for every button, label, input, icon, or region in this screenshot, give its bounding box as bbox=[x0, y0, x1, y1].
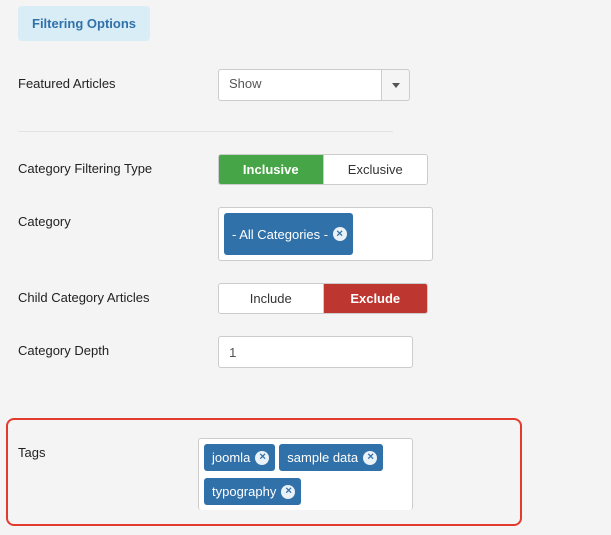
label-tags: Tags bbox=[18, 438, 198, 462]
chip-label: joomla bbox=[212, 451, 250, 464]
divider bbox=[18, 131, 393, 132]
select-featured-value: Show bbox=[218, 69, 382, 101]
tag-chip: typography bbox=[204, 478, 301, 505]
chevron-down-icon[interactable] bbox=[382, 69, 410, 101]
tag-chip: joomla bbox=[204, 444, 275, 471]
close-icon[interactable] bbox=[363, 451, 377, 465]
label-category: Category bbox=[18, 207, 218, 231]
close-icon[interactable] bbox=[333, 227, 347, 241]
label-child-cat: Child Category Articles bbox=[18, 283, 218, 307]
field-category-depth: Category Depth bbox=[18, 336, 593, 368]
tab-filtering-options[interactable]: Filtering Options bbox=[18, 6, 150, 41]
field-tags: Tags joomla sample data typography bbox=[18, 438, 593, 510]
close-icon[interactable] bbox=[255, 451, 269, 465]
chip-label: typography bbox=[212, 485, 276, 498]
toggle-cat-filter-type: Inclusive Exclusive bbox=[218, 154, 428, 185]
chip-label: - All Categories - bbox=[232, 228, 328, 241]
label-cat-filter-type: Category Filtering Type bbox=[18, 154, 218, 178]
toggle-child-cat: Include Exclude bbox=[218, 283, 428, 314]
field-category: Category - All Categories - bbox=[18, 207, 593, 261]
category-tagbox[interactable]: - All Categories - bbox=[218, 207, 433, 261]
input-category-depth[interactable] bbox=[218, 336, 413, 368]
label-depth: Category Depth bbox=[18, 336, 218, 360]
tag-chip: sample data bbox=[279, 444, 383, 471]
field-featured-articles: Featured Articles Show bbox=[18, 69, 593, 101]
chip-label: sample data bbox=[287, 451, 358, 464]
toggle-inclusive[interactable]: Inclusive bbox=[219, 155, 323, 184]
select-featured[interactable]: Show bbox=[218, 69, 410, 101]
field-category-filtering-type: Category Filtering Type Inclusive Exclus… bbox=[18, 154, 593, 185]
tags-tagbox[interactable]: joomla sample data typography bbox=[198, 438, 413, 510]
close-icon[interactable] bbox=[281, 485, 295, 499]
toggle-exclude[interactable]: Exclude bbox=[323, 284, 428, 313]
field-child-category: Child Category Articles Include Exclude bbox=[18, 283, 593, 314]
toggle-exclusive[interactable]: Exclusive bbox=[323, 155, 428, 184]
toggle-include[interactable]: Include bbox=[219, 284, 323, 313]
label-featured: Featured Articles bbox=[18, 69, 218, 93]
category-chip: - All Categories - bbox=[224, 213, 353, 255]
